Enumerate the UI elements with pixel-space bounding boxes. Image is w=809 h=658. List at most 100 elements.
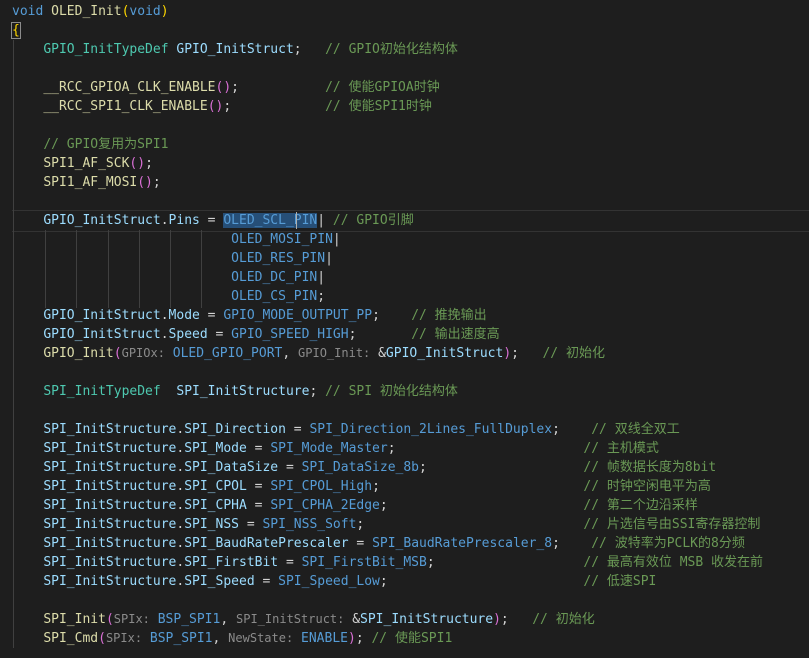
- code-line[interactable]: SPI1_AF_MOSI();: [12, 173, 161, 192]
- code-token: |: [325, 251, 333, 266]
- code-line[interactable]: SPI_Cmd(SPIx: BSP_SPI1, NewState: ENABLE…: [12, 629, 452, 648]
- code-token: GPIO_Init: [43, 346, 114, 361]
- code-editor[interactable]: void OLED_Init(void){ GPIO_InitTypeDef G…: [0, 0, 809, 658]
- code-token: ;: [372, 308, 380, 323]
- code-token: ;: [552, 422, 560, 437]
- code-line[interactable]: GPIO_InitStruct.Mode = GPIO_MODE_OUTPUT_…: [12, 306, 486, 325]
- code-token: OLED_RES_PIN: [231, 251, 326, 266]
- code-line[interactable]: GPIO_InitStruct.Pins = OLED_SCL_PIN| // …: [12, 211, 414, 230]
- code-token: SPI_Mode: [184, 441, 247, 456]
- code-token: ;: [426, 555, 435, 570]
- code-token: BSP_SPI1: [157, 612, 221, 627]
- code-token: BSP_SPI1: [149, 631, 213, 646]
- code-token: ;: [419, 460, 427, 475]
- code-token: =: [246, 479, 271, 494]
- code-token: SPI_Direction: [184, 422, 286, 437]
- code-token: =: [278, 460, 302, 475]
- code-line[interactable]: SPI_InitTypeDef SPI_InitStructure; // SP…: [12, 382, 458, 401]
- code-line[interactable]: OLED_CS_PIN;: [12, 287, 325, 306]
- code-token: SPI_Speed: [184, 574, 255, 589]
- code-token: SPIx:: [113, 612, 150, 626]
- code-token: SPI_InitStructure: [43, 479, 177, 494]
- code-token: ;: [355, 631, 364, 646]
- code-token: =: [348, 536, 373, 551]
- code-token: SPI1_AF_MOSI: [43, 175, 138, 190]
- code-token: ;: [372, 479, 380, 494]
- code-token: (): [137, 175, 153, 190]
- code-line[interactable]: SPI_InitStructure.SPI_BaudRatePrescaler …: [12, 534, 745, 553]
- code-line[interactable]: GPIO_InitStruct.Speed = GPIO_SPEED_HIGH;…: [12, 325, 500, 344]
- code-line[interactable]: SPI_InitStructure.SPI_CPOL = SPI_CPOL_Hi…: [12, 477, 711, 496]
- code-token: |: [317, 270, 326, 285]
- code-line[interactable]: __RCC_GPIOA_CLK_ENABLE(); // 使能GPIOA时钟: [12, 78, 439, 97]
- code-token: ;: [317, 289, 326, 304]
- code-line[interactable]: OLED_MOSI_PIN|: [12, 230, 341, 249]
- code-line[interactable]: SPI_InitStructure.SPI_FirstBit = SPI_Fir…: [12, 553, 763, 572]
- code-line[interactable]: GPIO_Init(GPIOx: OLED_GPIO_PORT, GPIO_In…: [12, 344, 605, 363]
- code-token: ;: [511, 346, 519, 361]
- code-line[interactable]: OLED_RES_PIN|: [12, 249, 333, 268]
- code-token: // 初始化: [542, 346, 605, 361]
- code-line[interactable]: SPI1_AF_SCK();: [12, 154, 153, 173]
- code-token: OLED_CS_PIN: [231, 289, 318, 304]
- code-token: SPI_DataSize: [184, 460, 279, 475]
- code-line[interactable]: SPI_InitStructure.SPI_DataSize = SPI_Dat…: [12, 458, 716, 477]
- code-line[interactable]: OLED_DC_PIN|: [12, 268, 325, 287]
- code-line[interactable]: SPI_Init(SPIx: BSP_SPI1, SPI_InitStruct:…: [12, 610, 594, 629]
- code-line[interactable]: // GPIO复用为SPI1: [12, 135, 168, 154]
- code-token: SPI_InitStructure: [360, 612, 494, 627]
- code-token: SPI_Cmd: [43, 631, 99, 646]
- code-token: ;: [387, 441, 396, 456]
- code-token: SPI_InitStructure: [43, 460, 177, 475]
- code-line[interactable]: __RCC_SPI1_CLK_ENABLE(); // 使能SPI1时钟: [12, 97, 432, 116]
- code-token: ENABLE: [301, 631, 348, 646]
- code-token: SPI_InitStructure: [43, 517, 177, 532]
- code-line[interactable]: SPI_InitStructure.SPI_CPHA = SPI_CPHA_2E…: [12, 496, 698, 515]
- code-token: GPIO_InitTypeDef: [43, 42, 169, 57]
- code-token: .: [160, 213, 169, 228]
- code-line[interactable]: SPI_InitStructure.SPI_Direction = SPI_Di…: [12, 420, 679, 439]
- code-token: ): [503, 346, 512, 361]
- code-token: OLED_MOSI_PIN: [231, 232, 333, 247]
- code-token: SPI_InitStructure: [43, 574, 177, 589]
- code-line[interactable]: SPI_InitStructure.SPI_NSS = SPI_NSS_Soft…: [12, 515, 760, 534]
- code-token: // 波特率为PCLK的8分频: [591, 536, 745, 551]
- code-token: |: [317, 213, 333, 228]
- code-token: ;: [152, 175, 161, 190]
- code-line[interactable]: GPIO_InitTypeDef GPIO_InitStruct; // GPI…: [12, 40, 458, 59]
- code-token: SPI_DataSize_8b: [301, 460, 420, 475]
- code-token: (: [98, 631, 106, 646]
- code-token: __RCC_SPI1_CLK_ENABLE: [43, 99, 208, 114]
- code-line[interactable]: SPI_InitStructure.SPI_Speed = SPI_Speed_…: [12, 572, 656, 591]
- code-line[interactable]: {: [11, 21, 21, 40]
- code-token: GPIO_SPEED_HIGH: [231, 327, 349, 342]
- code-line[interactable]: SPI_InitStructure.SPI_Mode = SPI_Mode_Ma…: [12, 439, 659, 458]
- code-token: =: [246, 498, 271, 513]
- code-token: GPIO_InitStruct: [176, 42, 294, 57]
- code-token: (: [105, 612, 114, 627]
- code-token: // 输出速度高: [411, 327, 500, 342]
- code-line[interactable]: void OLED_Init(void): [12, 2, 169, 21]
